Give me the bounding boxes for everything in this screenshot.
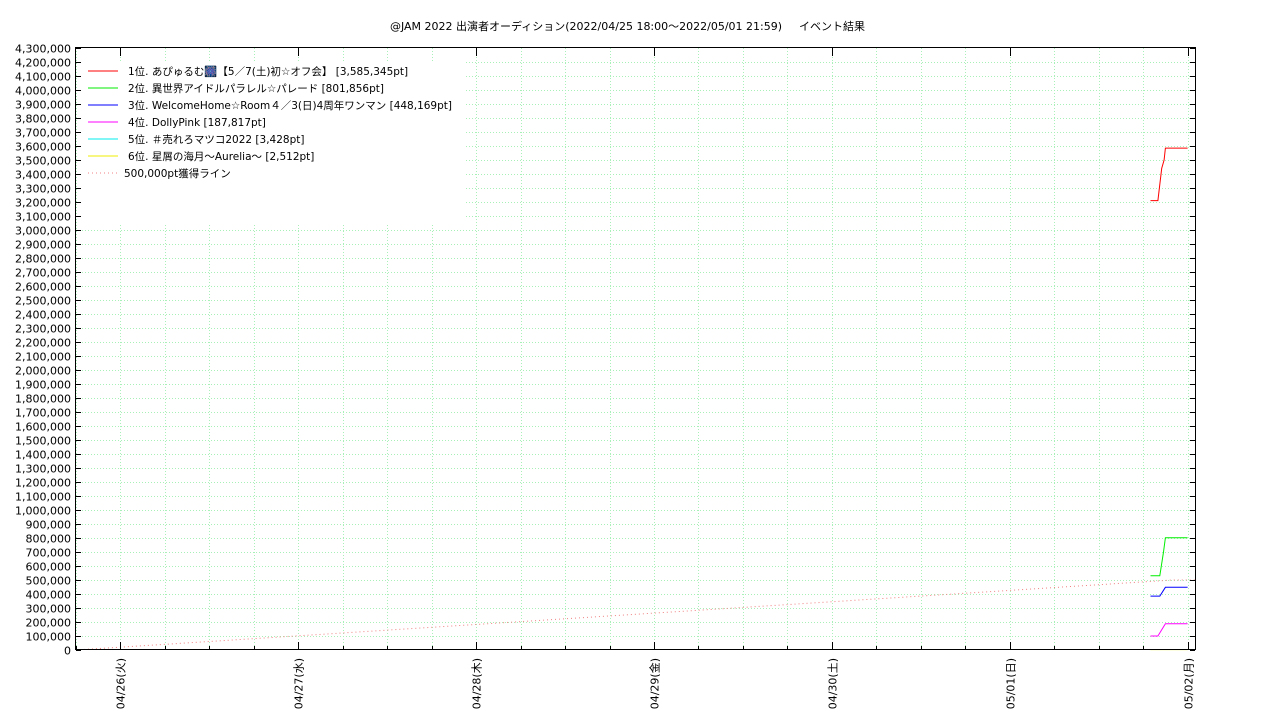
legend-label-3: 3位. WelcomeHome☆Room４／3(日)4周年ワンマン [448,1… bbox=[128, 99, 452, 112]
x-tick-label: 04/30(土) bbox=[827, 658, 840, 709]
legend-label-5: 5位. ＃売れろマツコ2022 [3,428pt] bbox=[128, 133, 304, 146]
y-tick-label: 3,000,000 bbox=[15, 225, 71, 238]
y-tick-label: 3,100,000 bbox=[15, 211, 71, 224]
y-tick-label: 500,000 bbox=[26, 575, 72, 588]
y-tick-label: 1,500,000 bbox=[15, 435, 71, 448]
x-tick-label: 04/26(火) bbox=[115, 658, 128, 709]
x-tick-label: 04/27(水) bbox=[293, 658, 306, 709]
y-tick-label: 3,600,000 bbox=[15, 141, 71, 154]
y-tick-label: 3,700,000 bbox=[15, 127, 71, 140]
y-tick-label: 3,500,000 bbox=[15, 155, 71, 168]
y-tick-label: 600,000 bbox=[26, 561, 72, 574]
y-tick-label: 2,000,000 bbox=[15, 365, 71, 378]
y-tick-label: 2,600,000 bbox=[15, 281, 71, 294]
series-line-4 bbox=[1150, 623, 1188, 637]
y-tick-label: 200,000 bbox=[26, 617, 72, 630]
y-tick-label: 2,400,000 bbox=[15, 309, 71, 322]
y-tick-label: 3,800,000 bbox=[15, 113, 71, 126]
y-tick-label: 2,200,000 bbox=[15, 337, 71, 350]
y-tick-label: 400,000 bbox=[26, 589, 72, 602]
y-tick-label: 2,700,000 bbox=[15, 267, 71, 280]
y-tick-label: 4,300,000 bbox=[15, 43, 71, 56]
y-tick-label: 1,800,000 bbox=[15, 393, 71, 406]
y-tick-label: 2,900,000 bbox=[15, 239, 71, 252]
legend-label-6: 6位. 星屑の海月〜Aurelia〜 [2,512pt] bbox=[128, 150, 314, 163]
y-tick-label: 1,700,000 bbox=[15, 407, 71, 420]
y-tick-label: 2,500,000 bbox=[15, 295, 71, 308]
chart-title: @JAM 2022 出演者オーディション(2022/04/25 18:00〜20… bbox=[390, 19, 782, 33]
legend-label-2: 2位. 異世界アイドルパラレル☆パレード [801,856pt] bbox=[128, 82, 384, 95]
y-tick-label: 1,100,000 bbox=[15, 491, 71, 504]
y-tick-label: 900,000 bbox=[26, 519, 72, 532]
x-tick-label: 05/01(日) bbox=[1005, 658, 1018, 709]
y-tick-label: 3,300,000 bbox=[15, 183, 71, 196]
series-line-7 bbox=[75, 579, 1195, 651]
y-tick-label: 1,900,000 bbox=[15, 379, 71, 392]
y-tick-label: 4,000,000 bbox=[15, 85, 71, 98]
legend-label-4: 4位. DollyPink [187,817pt] bbox=[128, 116, 266, 129]
y-tick-label: 300,000 bbox=[26, 603, 72, 616]
event-result-chart: @JAM 2022 出演者オーディション(2022/04/25 18:00〜20… bbox=[15, 19, 1196, 709]
y-tick-label: 1,000,000 bbox=[15, 505, 71, 518]
x-tick-label: 04/28(木) bbox=[471, 658, 484, 709]
y-tick-label: 3,400,000 bbox=[15, 169, 71, 182]
y-tick-label: 100,000 bbox=[26, 631, 72, 644]
x-tick-label: 04/29(金) bbox=[648, 658, 662, 709]
series-layer bbox=[75, 147, 1195, 651]
x-tick-label: 05/02(月) bbox=[1183, 658, 1196, 709]
y-tick-label: 700,000 bbox=[26, 547, 72, 560]
legend-label-1: 1位. あぴゅるむ🎆【5／7(土)初☆オフ会】 [3,585,345pt] bbox=[128, 65, 408, 78]
chart-subtitle: イベント結果 bbox=[799, 19, 865, 33]
y-tick-label: 3,200,000 bbox=[15, 197, 71, 210]
y-tick-label: 4,200,000 bbox=[15, 57, 71, 70]
legend-label-7: 500,000pt獲得ライン bbox=[124, 167, 231, 180]
y-tick-label: 1,600,000 bbox=[15, 421, 71, 434]
y-tick-label: 3,900,000 bbox=[15, 99, 71, 112]
y-tick-label: 1,400,000 bbox=[15, 449, 71, 462]
y-tick-label: 4,100,000 bbox=[15, 71, 71, 84]
y-tick-label: 2,300,000 bbox=[15, 323, 71, 336]
y-tick-label: 2,800,000 bbox=[15, 253, 71, 266]
y-tick-label: 0 bbox=[64, 645, 71, 658]
y-tick-label: 2,100,000 bbox=[15, 351, 71, 364]
y-tick-label: 1,200,000 bbox=[15, 477, 71, 490]
y-tick-label: 1,300,000 bbox=[15, 463, 71, 476]
y-tick-label: 800,000 bbox=[26, 533, 72, 546]
series-line-2 bbox=[1150, 537, 1188, 577]
